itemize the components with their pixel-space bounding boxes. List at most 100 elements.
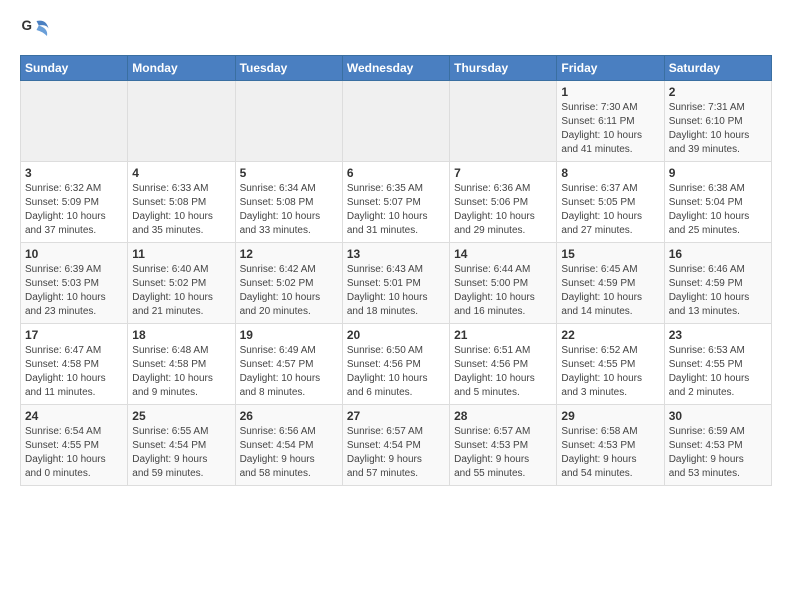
day-number: 7 — [454, 166, 552, 180]
svg-text:G: G — [22, 18, 33, 33]
day-info: Sunrise: 6:47 AM Sunset: 4:58 PM Dayligh… — [25, 344, 123, 400]
calendar-cell: 29 Sunrise: 6:58 AM Sunset: 4:53 PM Dayli… — [557, 405, 664, 486]
day-info: Sunrise: 6:58 AM Sunset: 4:53 PM Dayligh… — [561, 425, 659, 481]
page-container: G SundayMondayTuesdayWednesdayThursdayFr… — [0, 0, 792, 496]
calendar-cell: 18 Sunrise: 6:48 AM Sunset: 4:58 PM Dayli… — [128, 324, 235, 405]
day-info: Sunrise: 6:59 AM Sunset: 4:53 PM Dayligh… — [669, 425, 767, 481]
calendar-cell: 5 Sunrise: 6:34 AM Sunset: 5:08 PM Daylig… — [235, 162, 342, 243]
day-info: Sunrise: 6:44 AM Sunset: 5:00 PM Dayligh… — [454, 263, 552, 319]
day-number: 8 — [561, 166, 659, 180]
day-info: Sunrise: 6:46 AM Sunset: 4:59 PM Dayligh… — [669, 263, 767, 319]
day-info: Sunrise: 6:38 AM Sunset: 5:04 PM Dayligh… — [669, 182, 767, 238]
logo-icon: G — [20, 15, 50, 45]
calendar-cell: 11 Sunrise: 6:40 AM Sunset: 5:02 PM Dayli… — [128, 243, 235, 324]
calendar-cell: 14 Sunrise: 6:44 AM Sunset: 5:00 PM Dayli… — [450, 243, 557, 324]
day-info: Sunrise: 6:57 AM Sunset: 4:54 PM Dayligh… — [347, 425, 445, 481]
header: G — [20, 15, 772, 45]
day-number: 13 — [347, 247, 445, 261]
day-number: 23 — [669, 328, 767, 342]
day-number: 9 — [669, 166, 767, 180]
day-info: Sunrise: 6:42 AM Sunset: 5:02 PM Dayligh… — [240, 263, 338, 319]
calendar-cell — [128, 81, 235, 162]
day-number: 4 — [132, 166, 230, 180]
calendar-header: SundayMondayTuesdayWednesdayThursdayFrid… — [21, 56, 772, 81]
day-number: 19 — [240, 328, 338, 342]
day-info: Sunrise: 6:32 AM Sunset: 5:09 PM Dayligh… — [25, 182, 123, 238]
calendar-cell: 6 Sunrise: 6:35 AM Sunset: 5:07 PM Daylig… — [342, 162, 449, 243]
calendar-cell: 20 Sunrise: 6:50 AM Sunset: 4:56 PM Dayli… — [342, 324, 449, 405]
day-info: Sunrise: 6:55 AM Sunset: 4:54 PM Dayligh… — [132, 425, 230, 481]
calendar-cell: 15Sunrise: 6:45 AM Sunset: 4:59 PM Dayli… — [557, 243, 664, 324]
day-info: Sunrise: 6:49 AM Sunset: 4:57 PM Dayligh… — [240, 344, 338, 400]
calendar-cell: 24Sunrise: 6:54 AM Sunset: 4:55 PM Dayli… — [21, 405, 128, 486]
calendar-cell: 8 Sunrise: 6:37 AM Sunset: 5:05 PM Daylig… — [557, 162, 664, 243]
day-info: Sunrise: 6:34 AM Sunset: 5:08 PM Dayligh… — [240, 182, 338, 238]
calendar-cell: 4 Sunrise: 6:33 AM Sunset: 5:08 PM Daylig… — [128, 162, 235, 243]
calendar-cell: 9 Sunrise: 6:38 AM Sunset: 5:04 PM Daylig… — [664, 162, 771, 243]
calendar-cell: 17 Sunrise: 6:47 AM Sunset: 4:58 PM Dayli… — [21, 324, 128, 405]
day-number: 14 — [454, 247, 552, 261]
day-info: Sunrise: 6:43 AM Sunset: 5:01 PM Dayligh… — [347, 263, 445, 319]
day-info: Sunrise: 6:54 AM Sunset: 4:55 PM Dayligh… — [25, 425, 123, 481]
day-info: Sunrise: 6:40 AM Sunset: 5:02 PM Dayligh… — [132, 263, 230, 319]
week-row-3: 10Sunrise: 6:39 AM Sunset: 5:03 PM Dayli… — [21, 243, 772, 324]
column-header-sunday: Sunday — [21, 56, 128, 81]
calendar-cell: 23 Sunrise: 6:53 AM Sunset: 4:55 PM Dayli… — [664, 324, 771, 405]
day-info: Sunrise: 6:35 AM Sunset: 5:07 PM Dayligh… — [347, 182, 445, 238]
day-number: 17 — [25, 328, 123, 342]
day-info: Sunrise: 7:30 AM Sunset: 6:11 PM Dayligh… — [561, 101, 659, 157]
day-number: 12 — [240, 247, 338, 261]
day-info: Sunrise: 7:31 AM Sunset: 6:10 PM Dayligh… — [669, 101, 767, 157]
calendar-body: 1 Sunrise: 7:30 AM Sunset: 6:11 PM Daylig… — [21, 81, 772, 486]
day-info: Sunrise: 6:51 AM Sunset: 4:56 PM Dayligh… — [454, 344, 552, 400]
week-row-4: 17 Sunrise: 6:47 AM Sunset: 4:58 PM Dayli… — [21, 324, 772, 405]
calendar-cell — [235, 81, 342, 162]
week-row-1: 1 Sunrise: 7:30 AM Sunset: 6:11 PM Daylig… — [21, 81, 772, 162]
day-number: 18 — [132, 328, 230, 342]
calendar-cell: 13 Sunrise: 6:43 AM Sunset: 5:01 PM Dayli… — [342, 243, 449, 324]
calendar-cell: 25 Sunrise: 6:55 AM Sunset: 4:54 PM Dayli… — [128, 405, 235, 486]
column-header-thursday: Thursday — [450, 56, 557, 81]
column-header-wednesday: Wednesday — [342, 56, 449, 81]
calendar-cell: 21 Sunrise: 6:51 AM Sunset: 4:56 PM Dayli… — [450, 324, 557, 405]
day-number: 1 — [561, 85, 659, 99]
calendar-cell: 28 Sunrise: 6:57 AM Sunset: 4:53 PM Dayli… — [450, 405, 557, 486]
day-number: 28 — [454, 409, 552, 423]
day-info: Sunrise: 6:48 AM Sunset: 4:58 PM Dayligh… — [132, 344, 230, 400]
logo: G — [20, 15, 52, 45]
week-row-2: 3Sunrise: 6:32 AM Sunset: 5:09 PM Daylig… — [21, 162, 772, 243]
day-number: 16 — [669, 247, 767, 261]
day-info: Sunrise: 6:37 AM Sunset: 5:05 PM Dayligh… — [561, 182, 659, 238]
calendar-cell: 26Sunrise: 6:56 AM Sunset: 4:54 PM Dayli… — [235, 405, 342, 486]
day-number: 5 — [240, 166, 338, 180]
day-info: Sunrise: 6:36 AM Sunset: 5:06 PM Dayligh… — [454, 182, 552, 238]
calendar-cell: 30 Sunrise: 6:59 AM Sunset: 4:53 PM Dayli… — [664, 405, 771, 486]
day-number: 29 — [561, 409, 659, 423]
day-number: 21 — [454, 328, 552, 342]
day-info: Sunrise: 6:45 AM Sunset: 4:59 PM Dayligh… — [561, 263, 659, 319]
day-info: Sunrise: 6:57 AM Sunset: 4:53 PM Dayligh… — [454, 425, 552, 481]
column-header-monday: Monday — [128, 56, 235, 81]
calendar-table: SundayMondayTuesdayWednesdayThursdayFrid… — [20, 55, 772, 486]
day-info: Sunrise: 6:53 AM Sunset: 4:55 PM Dayligh… — [669, 344, 767, 400]
day-number: 25 — [132, 409, 230, 423]
calendar-cell: 3Sunrise: 6:32 AM Sunset: 5:09 PM Daylig… — [21, 162, 128, 243]
column-header-friday: Friday — [557, 56, 664, 81]
day-number: 2 — [669, 85, 767, 99]
calendar-cell: 2 Sunrise: 7:31 AM Sunset: 6:10 PM Daylig… — [664, 81, 771, 162]
calendar-cell: 12 Sunrise: 6:42 AM Sunset: 5:02 PM Dayli… — [235, 243, 342, 324]
week-row-5: 24Sunrise: 6:54 AM Sunset: 4:55 PM Dayli… — [21, 405, 772, 486]
header-row: SundayMondayTuesdayWednesdayThursdayFrid… — [21, 56, 772, 81]
day-number: 11 — [132, 247, 230, 261]
day-number: 22 — [561, 328, 659, 342]
day-info: Sunrise: 6:56 AM Sunset: 4:54 PM Dayligh… — [240, 425, 338, 481]
day-info: Sunrise: 6:33 AM Sunset: 5:08 PM Dayligh… — [132, 182, 230, 238]
day-info: Sunrise: 6:39 AM Sunset: 5:03 PM Dayligh… — [25, 263, 123, 319]
calendar-cell: 1 Sunrise: 7:30 AM Sunset: 6:11 PM Daylig… — [557, 81, 664, 162]
day-info: Sunrise: 6:50 AM Sunset: 4:56 PM Dayligh… — [347, 344, 445, 400]
day-number: 27 — [347, 409, 445, 423]
day-number: 6 — [347, 166, 445, 180]
day-number: 30 — [669, 409, 767, 423]
calendar-cell — [450, 81, 557, 162]
day-number: 20 — [347, 328, 445, 342]
